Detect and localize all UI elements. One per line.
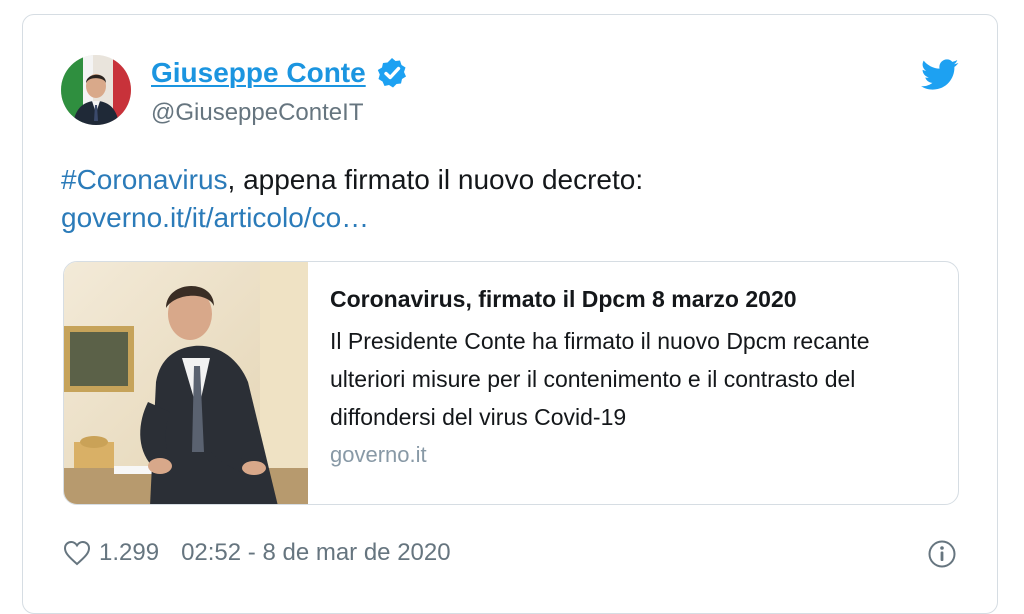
twitter-bird-icon[interactable] <box>921 59 959 91</box>
tweet-body-text: , appena firmato il nuovo decreto: <box>227 164 644 195</box>
card-description: Il Presidente Conte ha firmato il nuovo … <box>330 328 870 430</box>
info-icon[interactable] <box>927 539 957 569</box>
tweet-text: #Coronavirus, appena firmato il nuovo de… <box>61 161 961 237</box>
avatar-image <box>61 55 131 125</box>
author-name-row: Giuseppe Conte <box>151 57 408 89</box>
heart-icon[interactable] <box>63 540 91 566</box>
card-thumbnail-image <box>64 262 308 504</box>
card-domain: governo.it <box>330 442 427 467</box>
hashtag-link[interactable]: #Coronavirus <box>61 164 228 195</box>
avatar[interactable] <box>61 55 131 125</box>
like-count[interactable]: 1.299 <box>99 539 159 567</box>
tweet-timestamp[interactable]: 02:52 - 8 de mar de 2020 <box>181 539 451 567</box>
card-title: Coronavirus, firmato il Dpcm 8 marzo 202… <box>330 286 797 312</box>
author-handle[interactable]: @GiuseppeConteIT <box>151 99 363 127</box>
link-preview-card[interactable]: Coronavirus, firmato il Dpcm 8 marzo 202… <box>63 261 959 505</box>
tweet-embed-card: Giuseppe Conte @GiuseppeConteIT #Coronav… <box>22 14 998 614</box>
tweet-url-link[interactable]: governo.it/it/articolo/co… <box>61 202 369 233</box>
verified-badge-icon <box>376 57 408 89</box>
card-body: Coronavirus, firmato il Dpcm 8 marzo 202… <box>330 284 940 468</box>
tweet-footer: 1.299 02:52 - 8 de mar de 2020 <box>63 539 451 567</box>
author-name[interactable]: Giuseppe Conte <box>151 57 366 89</box>
